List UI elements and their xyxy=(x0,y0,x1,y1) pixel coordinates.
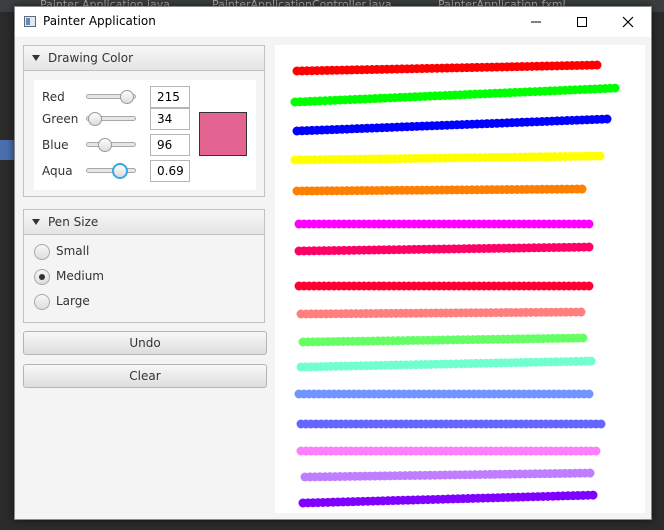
radio-small-circle[interactable] xyxy=(34,244,50,260)
paint-dot xyxy=(586,356,596,366)
minimize-button[interactable] xyxy=(513,7,559,37)
alpha-slider-thumb[interactable] xyxy=(112,163,128,179)
paint-dot xyxy=(602,114,612,124)
paint-dot xyxy=(578,333,588,343)
maximize-icon xyxy=(577,17,587,27)
paint-stroke xyxy=(292,60,602,76)
color-swatch xyxy=(199,112,247,156)
paint-stroke xyxy=(294,389,594,399)
client-area: Drawing Color Red 215 Green 34 Blue 96 A xyxy=(15,37,651,519)
close-icon xyxy=(622,16,634,28)
paint-dot xyxy=(596,419,606,429)
drawing-color-title: Drawing Color xyxy=(48,51,134,65)
paint-dot xyxy=(576,307,586,317)
radio-medium-label: Medium xyxy=(56,269,104,283)
paint-stroke xyxy=(290,83,620,107)
paint-stroke xyxy=(296,446,601,456)
paint-dot xyxy=(610,83,620,93)
radio-large-label: Large xyxy=(56,294,90,308)
app-icon xyxy=(24,16,36,27)
drawing-color-header[interactable]: Drawing Color xyxy=(24,46,264,71)
clear-button[interactable]: Clear xyxy=(23,364,267,388)
pen-size-pane: Pen Size Small Medium Large xyxy=(23,209,265,323)
paint-stroke xyxy=(296,419,606,429)
paint-stroke xyxy=(292,114,612,136)
paint-dot xyxy=(591,446,601,456)
paint-dot xyxy=(588,490,598,500)
blue-label: Blue xyxy=(42,138,69,152)
ide-project-strip xyxy=(0,12,14,530)
blue-slider-thumb[interactable] xyxy=(98,138,112,152)
paint-stroke xyxy=(290,151,605,165)
radio-large-circle[interactable] xyxy=(34,294,50,310)
radio-small-label: Small xyxy=(56,244,90,258)
collapse-arrow-icon xyxy=(32,219,40,225)
paint-dot xyxy=(577,184,587,194)
collapse-arrow-icon xyxy=(32,55,40,61)
alpha-label: Aqua xyxy=(42,164,73,178)
paint-stroke xyxy=(298,333,588,347)
paint-stroke xyxy=(294,242,594,256)
paint-stroke xyxy=(292,184,587,196)
title-bar[interactable]: Painter Application xyxy=(15,7,651,37)
paint-dot xyxy=(584,242,594,252)
maximize-button[interactable] xyxy=(559,7,605,37)
red-slider-thumb[interactable] xyxy=(120,90,134,104)
paint-dot xyxy=(595,151,605,161)
pen-size-header[interactable]: Pen Size xyxy=(24,210,264,235)
red-label: Red xyxy=(42,90,65,104)
paint-stroke xyxy=(298,490,598,508)
paint-dot xyxy=(585,468,595,478)
paint-stroke xyxy=(300,468,595,482)
radio-medium-circle[interactable] xyxy=(34,269,50,285)
pen-size-title: Pen Size xyxy=(48,215,99,229)
painter-window: Painter Application Drawing Color Red 21… xyxy=(14,6,652,520)
minimize-icon xyxy=(531,21,541,23)
radio-selected-dot xyxy=(39,274,45,280)
ide-selected-row xyxy=(0,140,14,160)
drawing-color-pane: Drawing Color Red 215 Green 34 Blue 96 A xyxy=(23,45,265,197)
drawing-canvas[interactable] xyxy=(275,45,645,513)
paint-dot xyxy=(592,60,602,70)
green-slider-thumb[interactable] xyxy=(88,112,102,126)
window-title: Painter Application xyxy=(43,14,156,28)
paint-dot xyxy=(584,219,594,229)
alpha-value-field[interactable]: 0.69 xyxy=(150,160,190,182)
paint-stroke xyxy=(294,281,594,291)
paint-dot xyxy=(584,281,594,291)
alpha-slider[interactable] xyxy=(86,168,136,173)
green-value-field[interactable]: 34 xyxy=(150,108,190,130)
close-button[interactable] xyxy=(605,7,651,37)
blue-value-field[interactable]: 96 xyxy=(150,134,190,156)
paint-stroke xyxy=(294,219,594,229)
red-value-field[interactable]: 215 xyxy=(150,86,190,108)
color-controls: Red 215 Green 34 Blue 96 Aqua 0.69 xyxy=(34,80,256,190)
green-label: Green xyxy=(42,112,79,126)
undo-button[interactable]: Undo xyxy=(23,331,267,355)
paint-stroke xyxy=(296,356,596,372)
paint-stroke xyxy=(296,307,586,319)
paint-dot xyxy=(584,389,594,399)
